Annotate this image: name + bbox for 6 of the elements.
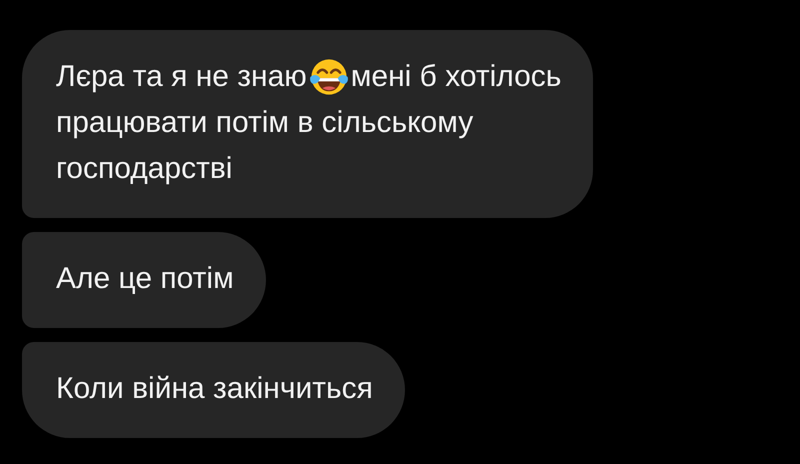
message-text: Але це потім xyxy=(56,261,234,297)
message-text: працювати потім в сільському xyxy=(56,105,474,141)
message-text: господарстві xyxy=(56,151,232,187)
message-text: Коли війна закінчиться xyxy=(56,371,373,407)
message-text: мені б хотілось xyxy=(350,59,562,95)
message-text: Лєра та я не знаю xyxy=(56,59,307,95)
